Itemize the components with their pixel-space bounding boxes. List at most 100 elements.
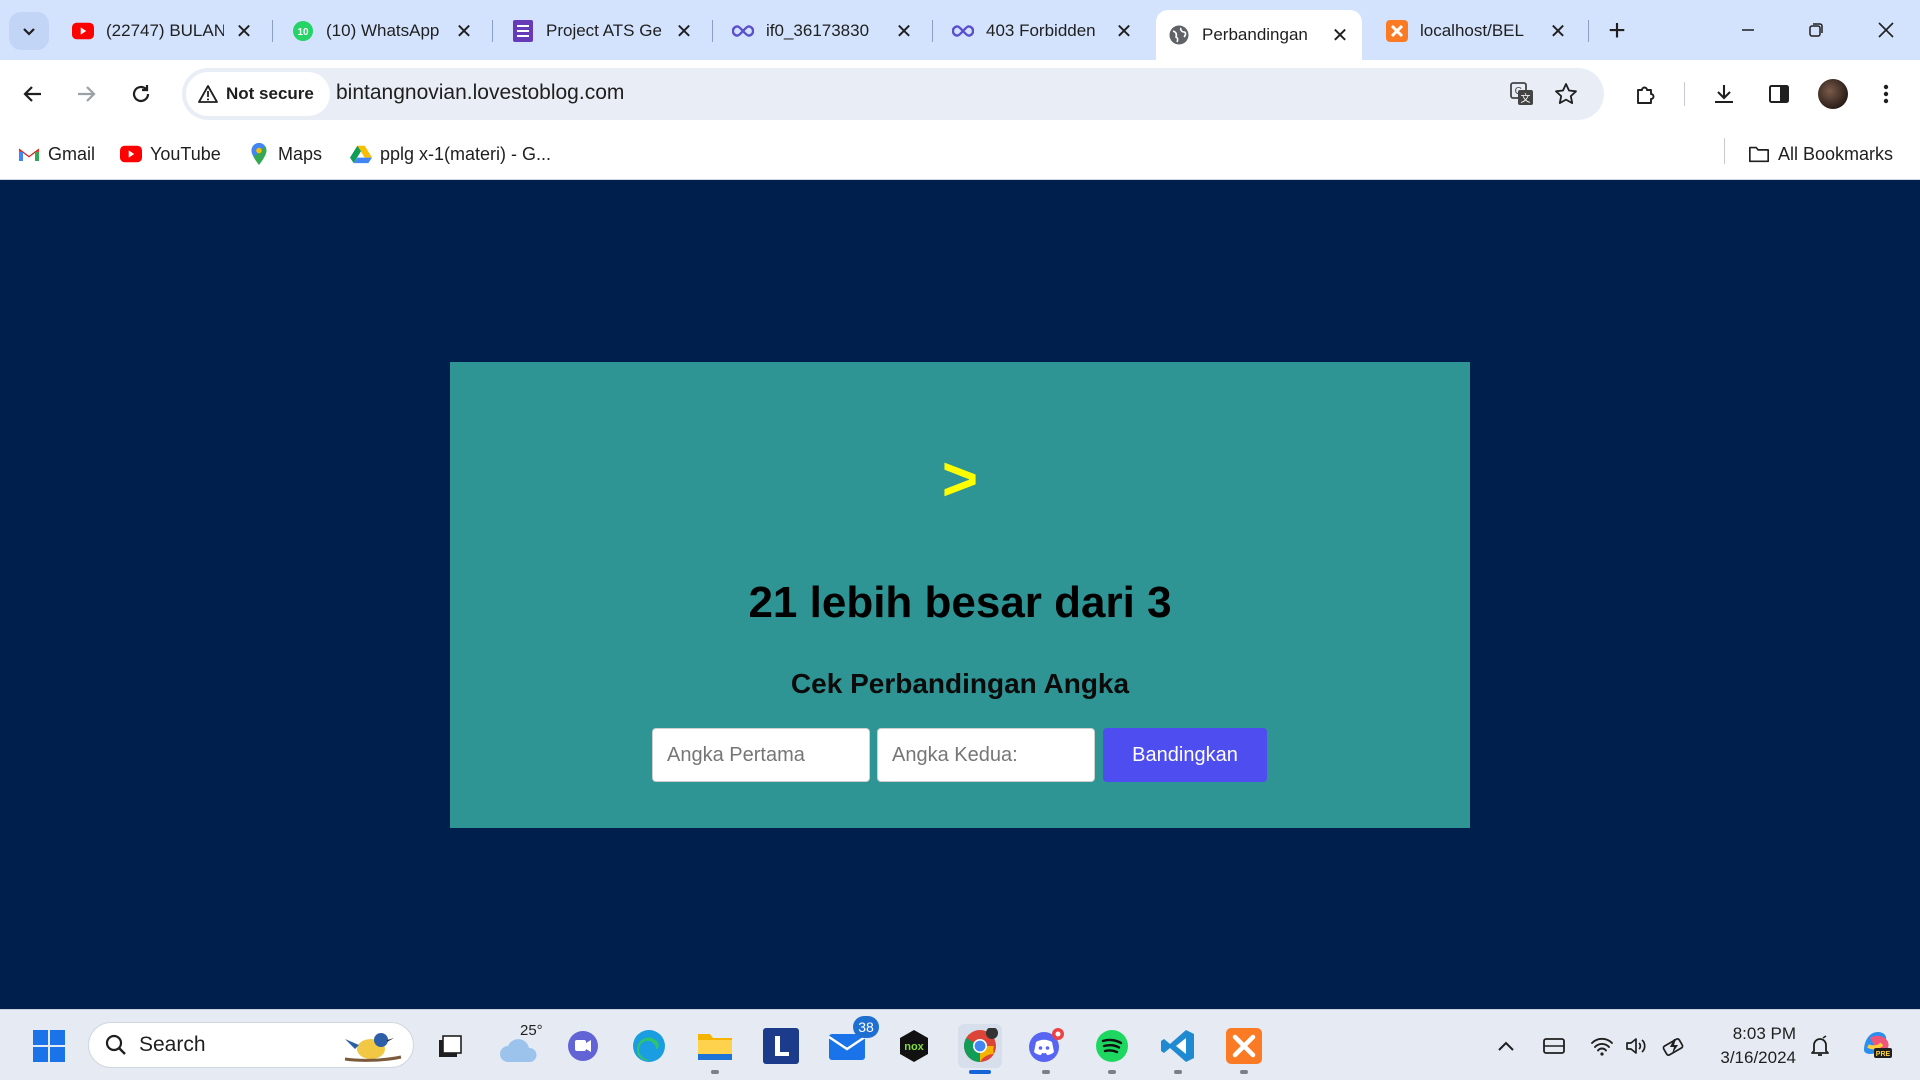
active-indicator [969, 1070, 991, 1074]
cloud-icon [500, 1039, 537, 1062]
search-label: Search [139, 1033, 206, 1056]
teams-chat-button[interactable] [561, 1024, 605, 1068]
side-panel-button[interactable] [1759, 74, 1799, 114]
svg-text:文: 文 [1521, 92, 1531, 105]
battery-charging-icon [1662, 1038, 1684, 1056]
start-button[interactable] [27, 1024, 71, 1068]
chat-icon [568, 1031, 598, 1061]
speaker-icon [1626, 1038, 1646, 1054]
site-info-chip[interactable]: Not secure [186, 72, 330, 116]
star-icon [1555, 83, 1577, 104]
close-icon[interactable]: ✕ [454, 21, 474, 43]
volume-button[interactable] [1622, 1032, 1650, 1060]
tab-divider [1588, 20, 1589, 42]
bookmark-maps[interactable]: Maps [248, 140, 322, 168]
chevron-up-icon [1498, 1041, 1514, 1051]
bird-illustration-icon [344, 1033, 402, 1062]
tab-403-forbidden[interactable]: 403 Forbidden ✕ [940, 12, 1146, 50]
xampp-button[interactable] [1222, 1024, 1266, 1074]
tab-infinityfree-account[interactable]: if0_36173830 ✕ [720, 12, 926, 50]
first-number-input[interactable] [652, 728, 870, 782]
discord-button[interactable] [1024, 1024, 1068, 1074]
new-tab-button[interactable]: + [1600, 14, 1634, 48]
system-clock[interactable]: 8:03 PM 3/16/2024 [1700, 1022, 1796, 1070]
task-view-button[interactable] [428, 1024, 472, 1068]
spotify-button[interactable] [1090, 1024, 1134, 1074]
notifications-button[interactable] [1806, 1032, 1834, 1060]
bookmark-drive[interactable]: pplg x-1(materi) - G... [350, 140, 551, 168]
translate-icon: G文 [1510, 82, 1533, 105]
globe-icon [1168, 24, 1190, 46]
network-button[interactable] [1588, 1032, 1616, 1060]
page-viewport: > 21 lebih besar dari 3 Cek Perbandingan… [0, 181, 1920, 1009]
close-icon[interactable]: ✕ [674, 21, 694, 43]
tab-title: (10) WhatsApp [326, 21, 440, 40]
url-text[interactable]: bintangnovian.lovestoblog.com [336, 81, 624, 105]
battery-button[interactable] [1660, 1032, 1688, 1060]
chrome-button[interactable] [958, 1024, 1002, 1074]
security-label: Not secure [226, 84, 314, 103]
mail-badge: 38 [853, 1016, 879, 1038]
extensions-button[interactable] [1626, 74, 1666, 114]
mail-button[interactable]: 38 [825, 1016, 879, 1068]
tab-strip: (22747) BULAN ✕ 10 (10) WhatsApp ✕ Proje… [0, 0, 1920, 60]
close-icon[interactable]: ✕ [894, 21, 914, 43]
menu-button[interactable] [1866, 74, 1906, 114]
minimize-button[interactable] [1724, 10, 1772, 50]
bookmark-youtube[interactable]: YouTube [120, 140, 221, 168]
tab-perbandingan[interactable]: Perbandingan ✕ [1156, 10, 1362, 60]
plus-icon: + [1608, 14, 1626, 47]
second-number-input[interactable] [877, 728, 1095, 782]
tab-localhost[interactable]: localhost/BEL ✕ [1374, 12, 1580, 50]
tab-forms[interactable]: Project ATS Ge ✕ [500, 12, 706, 50]
minimize-icon [1742, 29, 1754, 31]
running-indicator [1240, 1070, 1248, 1074]
downloads-button[interactable] [1704, 74, 1744, 114]
restore-button[interactable] [1792, 10, 1840, 50]
edge-button[interactable] [627, 1024, 671, 1068]
show-hidden-icons-button[interactable] [1492, 1032, 1520, 1060]
all-bookmarks-button[interactable]: All Bookmarks [1748, 140, 1893, 168]
tab-whatsapp[interactable]: 10 (10) WhatsApp ✕ [280, 12, 486, 50]
touch-keyboard-button[interactable] [1540, 1032, 1568, 1060]
vscode-icon [1161, 1030, 1194, 1062]
translate-button[interactable]: G文 [1506, 78, 1538, 110]
nox-icon: nox [900, 1030, 928, 1062]
taskbar-search-box[interactable]: Search [88, 1022, 414, 1068]
profile-avatar[interactable] [1818, 79, 1848, 109]
vscode-button[interactable] [1156, 1024, 1200, 1074]
bookmark-label: YouTube [150, 143, 221, 164]
bookmark-star-button[interactable] [1550, 78, 1582, 110]
copilot-button[interactable]: PRE [1858, 1026, 1894, 1062]
tab-divider [712, 20, 713, 42]
whatsapp-icon: 10 [292, 20, 314, 42]
reload-button[interactable] [121, 74, 161, 114]
nox-player-button[interactable]: nox [892, 1024, 936, 1068]
close-icon[interactable]: ✕ [1548, 21, 1568, 43]
address-bar[interactable]: Not secure bintangnovian.lovestoblog.com… [182, 68, 1604, 120]
close-icon[interactable]: ✕ [1330, 25, 1350, 47]
bookmark-gmail[interactable]: Gmail [18, 140, 95, 168]
tab-divider [492, 20, 493, 42]
xampp-icon [1226, 1028, 1262, 1064]
clock-date: 3/16/2024 [1720, 1048, 1796, 1067]
close-icon[interactable]: ✕ [1114, 21, 1134, 43]
chrome-icon [964, 1028, 998, 1062]
running-indicator [711, 1070, 719, 1074]
back-button[interactable] [13, 74, 53, 114]
compare-button[interactable]: Bandingkan [1103, 728, 1267, 782]
svg-text:nox: nox [904, 1041, 924, 1053]
tab-search-button[interactable] [9, 12, 49, 50]
tab-youtube[interactable]: (22747) BULAN ✕ [60, 12, 266, 50]
close-icon[interactable]: ✕ [234, 21, 254, 43]
l-app-button[interactable] [759, 1024, 803, 1068]
tab-title: 403 Forbidden [986, 21, 1096, 40]
form-title: Cek Perbandingan Angka [790, 668, 1130, 699]
bookmark-label: Maps [278, 143, 323, 164]
forward-button[interactable] [66, 74, 106, 114]
file-explorer-button[interactable] [693, 1024, 737, 1074]
bookmarks-bar: Gmail YouTube Maps pplg x-1(materi) - G.… [0, 128, 1920, 180]
bookmarks-divider [1724, 138, 1725, 164]
close-window-button[interactable] [1862, 10, 1910, 50]
google-drive-icon [350, 143, 372, 165]
